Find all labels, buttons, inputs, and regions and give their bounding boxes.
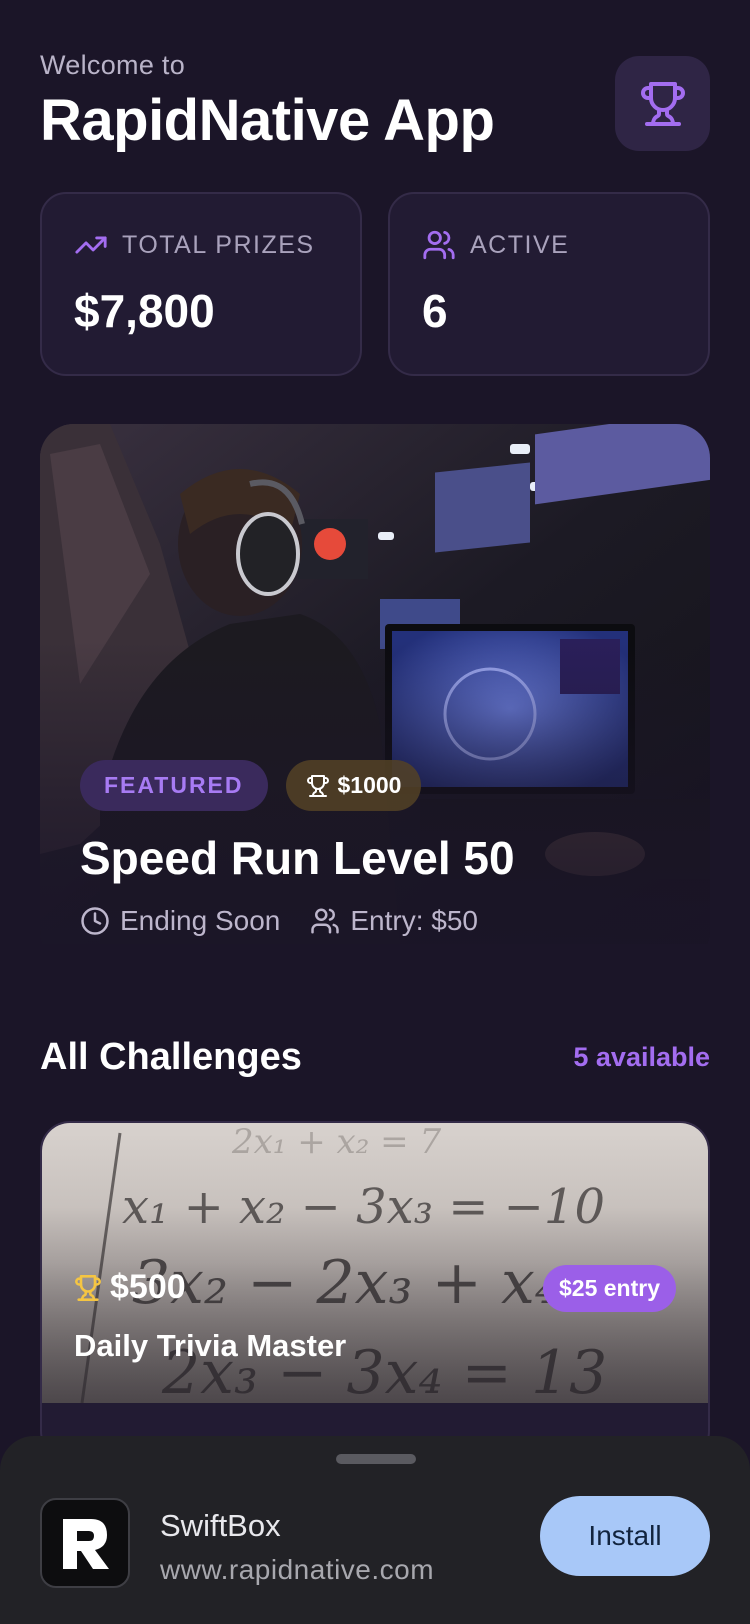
featured-challenge-card[interactable]: FEATURED $1000 Speed Run Level 50 Ending… — [40, 424, 710, 964]
ending-soon: Ending Soon — [80, 905, 280, 937]
swiftbox-logo-icon — [63, 1519, 109, 1569]
trophy-icon — [640, 81, 685, 126]
prize-amount: $1000 — [337, 772, 402, 798]
stat-card-active: ACTIVE 6 — [388, 192, 710, 376]
stat-value: $7,800 — [74, 285, 215, 337]
header: Welcome to RapidNative App — [40, 50, 710, 160]
stat-value: 6 — [422, 285, 448, 337]
sheet-handle[interactable] — [336, 1454, 416, 1464]
app-name: SwiftBox — [160, 1508, 281, 1543]
challenge-card[interactable]: 2x₁ + x₂ = 7 x₁ + x₂ − 3x₃ = −10 3x₂ − 2… — [40, 1121, 710, 1461]
app-logo — [40, 1498, 130, 1588]
available-count: 5 available — [573, 1042, 710, 1072]
app-url: www.rapidnative.com — [160, 1554, 435, 1585]
entry-text: Entry: $50 — [350, 905, 478, 936]
stats-row: TOTAL PRIZES $7,800 ACTIVE 6 — [40, 192, 710, 376]
users-icon — [423, 230, 455, 260]
prize-badge: $1000 — [285, 760, 422, 811]
app-title: RapidNative App — [40, 88, 495, 153]
stat-card-total-prizes: TOTAL PRIZES $7,800 — [40, 192, 362, 376]
section-title: All Challenges — [40, 1036, 302, 1078]
welcome-text: Welcome to — [40, 50, 186, 80]
trophy-button[interactable] — [615, 56, 710, 151]
stat-label: ACTIVE — [470, 230, 570, 259]
entry-badge: $25 entry — [542, 1265, 676, 1312]
challenge-prize: $500 — [74, 1268, 186, 1307]
challenge-title: Daily Trivia Master — [74, 1328, 347, 1363]
trending-up-icon — [75, 236, 107, 254]
install-button[interactable]: Install — [540, 1496, 710, 1576]
challenge-prize-amount: $500 — [110, 1268, 186, 1306]
stat-label: TOTAL PRIZES — [122, 230, 315, 259]
status-text: Ending Soon — [120, 905, 281, 936]
all-challenges-header: All Challenges 5 available — [40, 1036, 710, 1079]
users-icon — [311, 908, 340, 934]
featured-content: FEATURED $1000 Speed Run Level 50 Ending… — [80, 760, 680, 937]
trophy-icon — [75, 1274, 101, 1301]
trophy-icon — [306, 774, 329, 797]
entry-fee: Entry: $50 — [310, 905, 478, 937]
featured-title: Speed Run Level 50 — [80, 832, 515, 884]
clock-icon — [81, 907, 109, 935]
install-sheet: SwiftBox www.rapidnative.com Install — [0, 1436, 750, 1624]
featured-badge: FEATURED — [80, 760, 268, 811]
